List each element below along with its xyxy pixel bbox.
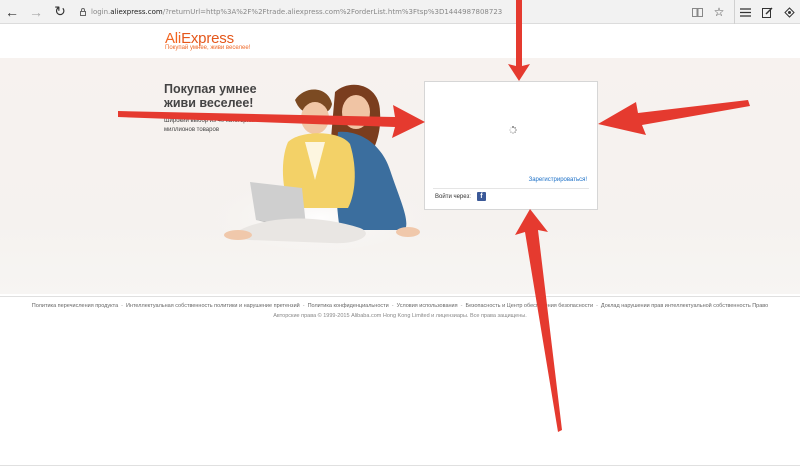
url-path: /?returnUrl=http%3A%2F%2Ftrade.aliexpres… <box>162 8 503 16</box>
footer-divider <box>0 296 800 297</box>
signin-via-label: Войти через: <box>435 193 471 200</box>
url-domain: aliexpress.com <box>110 8 163 16</box>
footer-link-ip-report[interactable]: Доклад нарушении прав интеллектуальной с… <box>601 303 768 309</box>
footer-link-privacy[interactable]: Политика конфиденциальности <box>308 303 389 309</box>
back-arrow-icon[interactable]: ← <box>0 0 24 24</box>
register-link[interactable]: Зарегистрироваться! <box>529 177 587 183</box>
footer-link-product-listing[interactable]: Политика перечисления продукта <box>32 303 118 309</box>
web-note-icon[interactable] <box>756 0 778 24</box>
browser-tools: ☆ <box>686 0 800 24</box>
hero-title-line1: Покупая умнее <box>164 82 257 96</box>
loading-spinner-icon <box>509 126 517 134</box>
header-tagline: Покупай умнее, живи веселее! <box>165 45 251 51</box>
footer-separator: - <box>121 303 123 309</box>
footer-link-terms[interactable]: Условия использования <box>397 303 458 309</box>
hero-subtitle: Широкий выбор из 40 категорий миллионов … <box>164 117 264 135</box>
address-bar[interactable]: login. aliexpress.com/?returnUrl=http%3A%… <box>80 4 670 20</box>
footer-link-security[interactable]: Безопасность и Центр обеспечения безопас… <box>465 303 593 309</box>
share-icon[interactable] <box>778 0 800 24</box>
footer-separator: - <box>596 303 598 309</box>
lock-icon <box>80 8 86 16</box>
footer-separator: - <box>391 303 394 309</box>
site-header <box>0 25 800 58</box>
page: ← → ↻ login. aliexpress.com/?returnUrl=ht… <box>0 0 800 467</box>
footer-separator: - <box>460 303 463 309</box>
bottom-divider <box>0 465 800 466</box>
refresh-icon[interactable]: ↻ <box>48 0 72 24</box>
footer-link-ip-policy[interactable]: Интеллектуальная собственность политики … <box>126 303 300 309</box>
forward-arrow-icon[interactable]: → <box>24 0 48 24</box>
facebook-icon[interactable]: f <box>476 192 486 201</box>
hero-subtitle-line2: миллионов товаров <box>164 127 220 133</box>
url-prefix: login. <box>91 8 111 16</box>
login-frame: Зарегистрироваться! Войти через: f <box>424 81 598 210</box>
login-divider <box>433 188 589 189</box>
reading-view-icon[interactable] <box>686 0 708 24</box>
hero-subtitle-line1: Широкий выбор из 40 категорий <box>164 118 254 124</box>
footer-separator: - <box>302 303 305 309</box>
signin-via-row: Войти через: f <box>435 192 486 201</box>
hub-menu-icon[interactable] <box>734 0 756 24</box>
copyright-text: Авторские права © 1999-2015 Alibaba.com … <box>273 313 527 319</box>
footer-links: Политика перечисления продукта - Интеллек… <box>0 303 800 309</box>
hero-title-line2: живи веселее! <box>164 96 254 110</box>
favorite-star-icon[interactable]: ☆ <box>708 0 730 24</box>
hero-title: Покупая умнее живи веселее! <box>164 82 257 110</box>
browser-toolbar: ← → ↻ login. aliexpress.com/?returnUrl=ht… <box>0 0 800 24</box>
